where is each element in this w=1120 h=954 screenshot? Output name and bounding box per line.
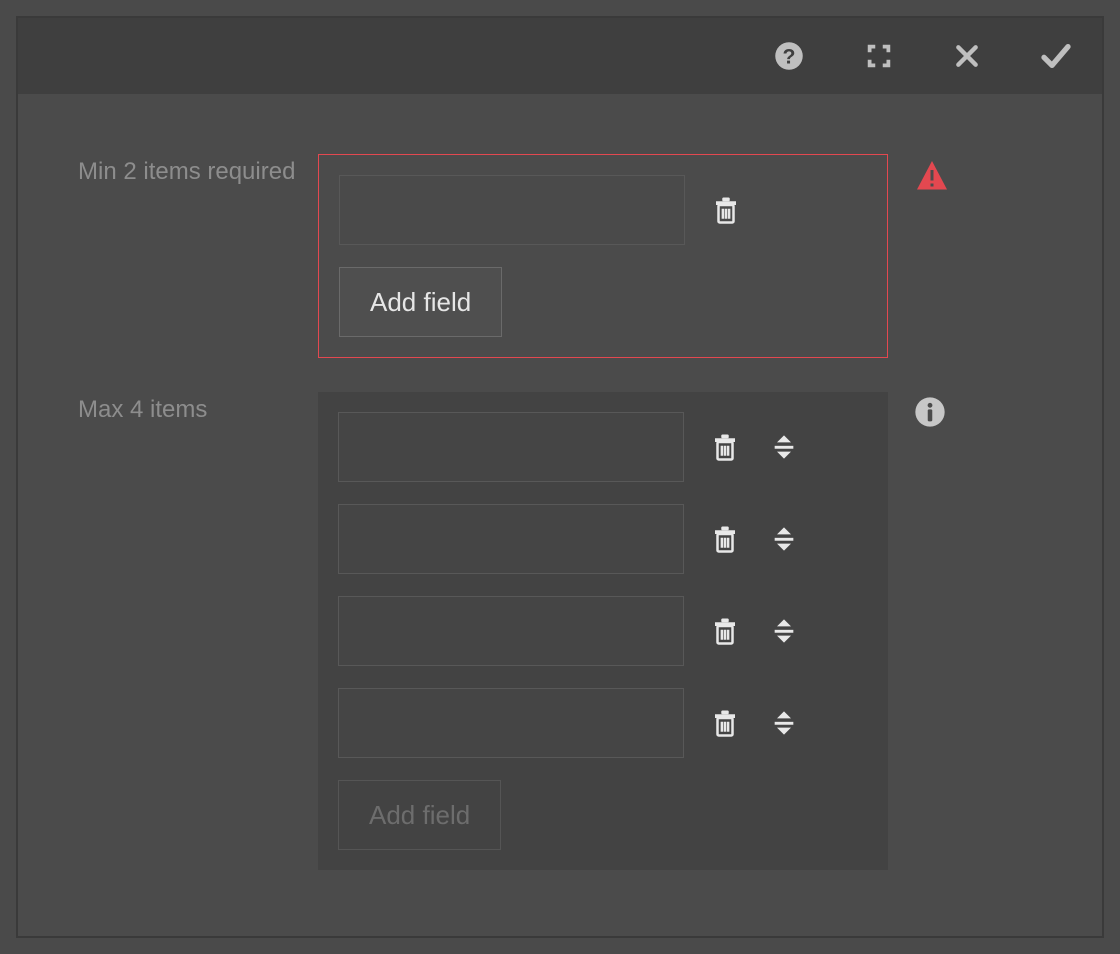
text-input[interactable] (338, 412, 684, 482)
reorder-icon (770, 433, 798, 461)
text-input[interactable] (338, 688, 684, 758)
field-label: Max 4 items (18, 392, 318, 424)
reorder-item-button[interactable] (766, 705, 802, 741)
delete-item-button[interactable] (707, 190, 745, 230)
add-field-button[interactable]: Add field (339, 267, 502, 337)
multifield-item (339, 175, 867, 245)
form-row: Min 2 items required Add field (18, 154, 1102, 358)
info-icon (914, 396, 946, 428)
close-button[interactable] (944, 33, 990, 79)
add-field-button-disabled: Add field (338, 780, 501, 850)
reorder-icon (770, 617, 798, 645)
delete-item-button[interactable] (706, 519, 744, 559)
form-row: Max 4 items (18, 392, 1102, 870)
multifield-item (338, 504, 868, 574)
dialog-toolbar (18, 18, 1102, 94)
field-label: Min 2 items required (18, 154, 318, 186)
multifield-item (338, 412, 868, 482)
reorder-icon (770, 525, 798, 553)
dialog-content: Min 2 items required Add field (18, 94, 1102, 902)
field-status (888, 154, 950, 194)
text-input[interactable] (338, 504, 684, 574)
multifield-max: Add field (318, 392, 888, 870)
trash-icon (710, 615, 740, 647)
alert-icon (914, 158, 950, 194)
reorder-icon (770, 709, 798, 737)
trash-icon (710, 431, 740, 463)
text-input[interactable] (339, 175, 685, 245)
confirm-button[interactable] (1030, 30, 1082, 82)
field-status (888, 392, 946, 428)
multifield-min: Add field (318, 154, 888, 358)
check-icon (1040, 40, 1072, 72)
reorder-item-button[interactable] (766, 429, 802, 465)
trash-icon (710, 523, 740, 555)
text-input[interactable] (338, 596, 684, 666)
multifield-item (338, 688, 868, 758)
delete-item-button[interactable] (706, 427, 744, 467)
delete-item-button[interactable] (706, 611, 744, 651)
fullscreen-icon (864, 41, 894, 71)
reorder-item-button[interactable] (766, 613, 802, 649)
trash-icon (710, 707, 740, 739)
reorder-item-button[interactable] (766, 521, 802, 557)
close-icon (954, 43, 980, 69)
trash-icon (711, 194, 741, 226)
help-icon (774, 41, 804, 71)
multifield-item (338, 596, 868, 666)
fullscreen-button[interactable] (854, 31, 904, 81)
dialog: Min 2 items required Add field (16, 16, 1104, 938)
delete-item-button[interactable] (706, 703, 744, 743)
help-button[interactable] (764, 31, 814, 81)
